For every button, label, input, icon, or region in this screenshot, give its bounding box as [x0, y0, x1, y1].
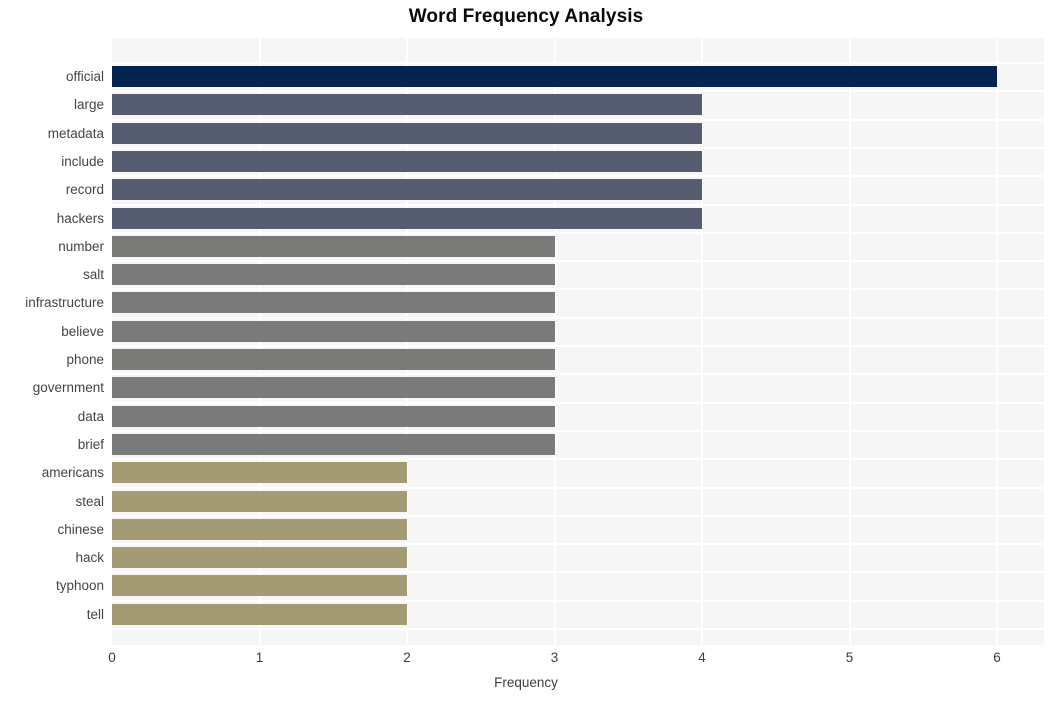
- bar: [112, 462, 407, 484]
- y-tick-label: government: [32, 380, 104, 396]
- y-tick-label: hackers: [56, 210, 104, 226]
- x-tick-label: 6: [993, 650, 1001, 665]
- y-tick-label: record: [65, 182, 104, 198]
- gridline-vertical: [996, 38, 998, 645]
- gridline-horizontal: [112, 373, 1044, 376]
- gridline-horizontal: [112, 514, 1044, 517]
- gridline-horizontal: [112, 543, 1044, 546]
- bar: [112, 66, 997, 87]
- x-tick-label: 0: [108, 650, 116, 665]
- y-tick-label: data: [77, 408, 104, 424]
- gridline-horizontal: [112, 175, 1044, 178]
- gridline-horizontal: [112, 401, 1044, 404]
- y-tick-label: official: [65, 69, 104, 84]
- bar: [112, 122, 702, 144]
- gridline-horizontal: [112, 345, 1044, 347]
- x-tick-label: 3: [550, 650, 559, 665]
- gridline-horizontal: [112, 628, 1044, 630]
- bar: [112, 179, 702, 201]
- y-tick-label: metadata: [47, 125, 104, 141]
- bar: [112, 235, 555, 257]
- gridline-horizontal: [112, 486, 1044, 489]
- gridline-horizontal: [112, 231, 1044, 234]
- x-tick-label: 2: [403, 650, 411, 665]
- bar: [112, 292, 555, 314]
- gridline-horizontal: [112, 316, 1044, 319]
- bar: [112, 377, 555, 399]
- x-tick-label: 4: [698, 650, 706, 665]
- y-tick-label: hack: [75, 550, 104, 566]
- bar: [112, 405, 555, 427]
- bar: [112, 518, 407, 540]
- bar: [112, 433, 555, 455]
- gridline-horizontal: [112, 458, 1044, 461]
- y-tick-label: typhoon: [55, 578, 104, 594]
- y-tick-label: phone: [66, 352, 104, 367]
- gridline-horizontal: [112, 118, 1044, 121]
- plot-area: [112, 38, 1044, 645]
- y-tick-label: tell: [86, 606, 104, 622]
- x-tick-label: 1: [255, 650, 264, 665]
- x-axis-tick-labels: 0 1 2 3 4 5 6: [0, 650, 1052, 670]
- gridline-vertical: [848, 38, 851, 645]
- y-tick-label: believe: [61, 323, 104, 339]
- gridline-horizontal: [112, 571, 1044, 574]
- y-tick-label: number: [58, 238, 104, 254]
- word-frequency-chart: Word Frequency Analysis official large met…: [0, 0, 1052, 701]
- x-tick-label: 5: [845, 650, 854, 665]
- bar: [112, 603, 407, 625]
- y-tick-label: brief: [77, 436, 104, 452]
- gridline-horizontal: [112, 62, 1044, 64]
- y-tick-label: infrastructure: [25, 295, 104, 311]
- bar: [112, 575, 407, 597]
- bar: [112, 320, 555, 342]
- bar: [112, 490, 407, 512]
- y-tick-label: steal: [75, 493, 104, 509]
- gridline-horizontal: [112, 203, 1044, 206]
- y-axis-tick-labels: official large metadata include record hacker…: [0, 0, 104, 701]
- chart-title: Word Frequency Analysis: [408, 6, 644, 27]
- y-tick-label: americans: [41, 465, 104, 481]
- gridline-horizontal: [112, 260, 1044, 263]
- bar: [112, 94, 702, 116]
- bar: [112, 150, 702, 172]
- x-axis-title: Frequency: [494, 675, 558, 690]
- gridline-horizontal: [112, 90, 1044, 93]
- y-tick-label: chinese: [57, 521, 104, 537]
- bar: [112, 207, 702, 229]
- bar: [112, 547, 407, 569]
- bar: [112, 349, 555, 370]
- y-tick-label: salt: [82, 267, 104, 283]
- gridline-horizontal: [112, 599, 1044, 602]
- y-tick-label: include: [61, 153, 104, 169]
- bar: [112, 264, 555, 286]
- gridline-horizontal: [112, 146, 1044, 149]
- gridline-horizontal: [112, 288, 1044, 291]
- gridline-horizontal: [112, 429, 1044, 432]
- y-tick-label: large: [73, 97, 104, 113]
